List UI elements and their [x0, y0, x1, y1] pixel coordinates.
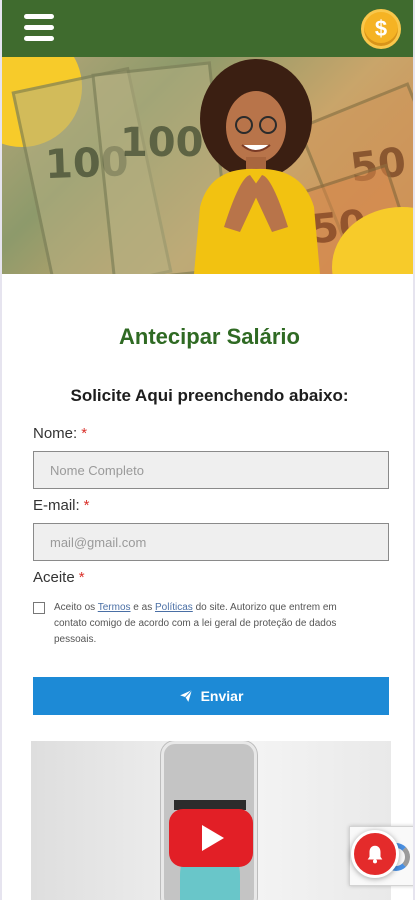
email-label: E-mail: * — [33, 497, 90, 514]
hero-banner: 100 100 50 50 — [2, 57, 413, 274]
terms-link[interactable]: Termos — [98, 602, 131, 613]
bell-glyph — [367, 845, 383, 864]
youtube-play-icon[interactable] — [169, 809, 253, 867]
top-header: $ — [2, 0, 413, 57]
required-mark: * — [81, 425, 88, 442]
woman-illustration — [194, 59, 320, 274]
consent-prefix: Aceito os — [54, 602, 98, 613]
consent-checkbox[interactable] — [33, 602, 45, 614]
email-label-text: E-mail: — [33, 497, 80, 514]
name-label: Nome: * — [33, 425, 87, 442]
hamburger-menu-icon[interactable] — [24, 14, 56, 44]
name-input[interactable] — [33, 451, 389, 489]
submit-label: Enviar — [200, 688, 244, 704]
email-input[interactable] — [33, 523, 389, 561]
accept-label: Aceite * — [33, 569, 85, 586]
policies-link[interactable]: Políticas — [155, 602, 193, 613]
submit-button[interactable]: Enviar — [33, 677, 389, 715]
page: $ 100 100 50 50 Antecipar Sa — [0, 0, 415, 900]
required-mark: * — [83, 497, 90, 514]
name-label-text: Nome: — [33, 425, 78, 442]
page-title: Antecipar Salário — [119, 324, 300, 349]
required-mark: * — [78, 569, 85, 586]
coin-symbol: $ — [374, 16, 388, 41]
consent-and: e as — [130, 602, 155, 613]
dollar-coin-icon[interactable]: $ — [361, 9, 401, 49]
notification-bell-icon[interactable] — [351, 830, 399, 878]
consent-text: Aceito os Termos e as Políticas do site.… — [54, 600, 354, 648]
accept-label-text: Aceite — [33, 569, 75, 586]
video-embed[interactable] — [31, 741, 391, 900]
form-subtitle: Solicite Aqui preenchendo abaixo: — [70, 386, 349, 405]
paper-plane-icon — [179, 689, 192, 702]
